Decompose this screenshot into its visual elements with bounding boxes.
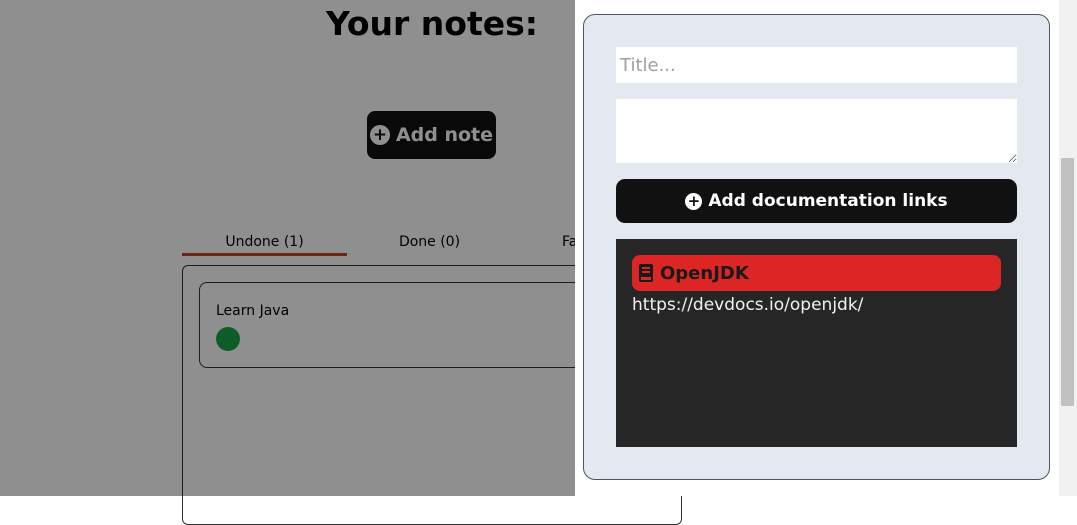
title-input[interactable]: [616, 47, 1017, 83]
add-links-label: Add documentation links: [708, 191, 948, 211]
doc-link-badge[interactable]: OpenJDK: [632, 255, 1001, 291]
description-textarea[interactable]: [616, 99, 1017, 163]
doc-link-name: OpenJDK: [660, 262, 749, 284]
doc-link-url[interactable]: https://devdocs.io/openjdk/: [632, 295, 863, 315]
scrollbar-thumb[interactable]: [1061, 158, 1074, 406]
add-documentation-links-button[interactable]: + Add documentation links: [616, 179, 1017, 223]
book-icon: [638, 264, 654, 282]
plus-circle-icon: +: [685, 192, 703, 210]
